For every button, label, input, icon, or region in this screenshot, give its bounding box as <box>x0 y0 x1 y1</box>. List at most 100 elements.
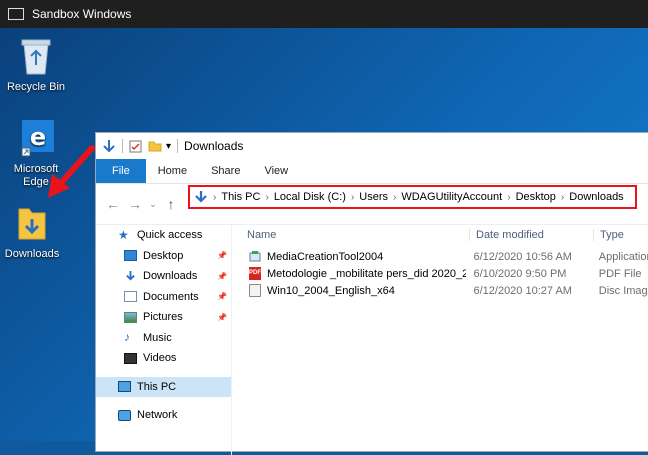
breadcrumb-local-disk[interactable]: Local Disk (C:) <box>274 191 346 203</box>
nav-network[interactable]: Network <box>96 405 231 426</box>
address-bar[interactable]: › This PC › Local Disk (C:) › Users › WD… <box>188 185 637 209</box>
file-explorer-window[interactable]: ▾ Downloads File Home Share View ← → ⌄ ↑… <box>95 132 648 455</box>
disc-image-icon <box>249 284 261 297</box>
documents-icon <box>124 291 137 303</box>
forward-arrow-icon[interactable]: → <box>124 196 146 212</box>
red-pointer-arrow-icon <box>48 145 95 198</box>
downloads-folder-icon <box>18 208 46 240</box>
breadcrumb-this-pc[interactable]: This PC <box>221 191 260 203</box>
network-icon <box>118 409 131 421</box>
desktop-icon <box>124 250 137 262</box>
breadcrumb-chevron-icon[interactable]: › <box>393 192 396 203</box>
file-date: 6/10/2020 9:50 PM <box>473 267 567 280</box>
navigation-pane: ★ Quick access Desktop 📌 Downloads 📌 Doc… <box>96 225 231 455</box>
file-name-cell: PDF Metodologie _mobilitate pers_did 202… <box>241 267 466 280</box>
nav-pictures-label: Pictures <box>143 311 183 324</box>
file-row[interactable]: Win10_2004_English_x64 6/12/2020 10:27 A… <box>241 282 648 299</box>
window-title: Downloads <box>184 139 244 153</box>
ribbon-tabs: File Home Share View <box>96 159 648 184</box>
file-name-cell: Win10_2004_English_x64 <box>241 284 466 297</box>
file-name: MediaCreationTool2004 <box>267 250 384 263</box>
nav-quick-access-label: Quick access <box>137 229 203 242</box>
recent-locations-chevron-icon[interactable]: ⌄ <box>146 199 160 210</box>
pictures-icon <box>124 311 137 323</box>
properties-icon[interactable] <box>129 140 142 153</box>
breadcrumb-chevron-icon[interactable]: › <box>507 192 510 203</box>
toolbar-separator <box>122 139 123 153</box>
music-note-icon: ♪ <box>124 330 130 345</box>
column-name[interactable]: Name <box>241 229 469 241</box>
nav-this-pc-label: This PC <box>137 380 177 393</box>
pin-icon[interactable]: 📌 <box>217 251 227 260</box>
column-type[interactable]: Type <box>593 229 648 241</box>
breadcrumb-chevron-icon[interactable]: › <box>213 192 216 203</box>
nav-desktop[interactable]: Desktop 📌 <box>96 246 231 267</box>
file-row[interactable]: MediaCreationTool2004 6/12/2020 10:56 AM… <box>241 248 648 265</box>
column-headers: Name Date modified Type <box>241 225 648 246</box>
tab-share[interactable]: Share <box>199 159 252 183</box>
nav-this-pc[interactable]: This PC <box>96 376 231 397</box>
file-type: Disc Image <box>598 284 648 297</box>
sandbox-titlebar[interactable]: Sandbox Windows <box>0 0 648 28</box>
pin-icon[interactable]: 📌 <box>217 313 227 322</box>
toolbar-separator <box>177 139 179 153</box>
nav-downloads-label: Downloads <box>143 270 198 283</box>
customize-toolbar-icon[interactable]: ▾ <box>166 141 171 152</box>
tab-view[interactable]: View <box>252 159 300 183</box>
nav-music-label: Music <box>143 331 172 344</box>
file-name: Metodologie _mobilitate pers_did 2020_2.… <box>267 267 467 280</box>
videos-icon <box>124 352 137 364</box>
new-folder-icon[interactable] <box>148 140 162 152</box>
down-arrow-icon[interactable] <box>102 139 116 153</box>
tab-file[interactable]: File <box>96 159 146 183</box>
file-type: Application <box>598 250 648 263</box>
quick-access-toolbar: ▾ Downloads <box>96 133 648 159</box>
nav-downloads[interactable]: Downloads 📌 <box>96 266 231 287</box>
file-type: PDF File <box>598 267 642 280</box>
breadcrumb-wdag-account[interactable]: WDAGUtilityAccount <box>401 191 502 203</box>
file-date: 6/12/2020 10:56 AM <box>473 250 572 263</box>
sandbox-title: Sandbox Windows <box>32 7 132 21</box>
file-name-cell: MediaCreationTool2004 <box>241 250 466 263</box>
file-date: 6/12/2020 10:27 AM <box>473 284 572 297</box>
file-name: Win10_2004_English_x64 <box>267 284 395 297</box>
sandbox-window-icon <box>8 8 24 20</box>
downloads-location-icon <box>195 191 207 203</box>
downloads-label: Downloads <box>4 248 60 260</box>
breadcrumb-users[interactable]: Users <box>359 191 388 203</box>
nav-network-label: Network <box>137 409 178 422</box>
nav-music[interactable]: ♪ Music <box>96 328 231 349</box>
pin-icon[interactable]: 📌 <box>217 272 227 281</box>
desktop-icon-downloads[interactable]: Downloads <box>0 205 68 261</box>
pin-icon[interactable]: 📌 <box>217 292 227 301</box>
nav-quick-access[interactable]: ★ Quick access <box>96 225 231 246</box>
breadcrumb-desktop[interactable]: Desktop <box>516 191 556 203</box>
up-arrow-icon[interactable]: ↑ <box>160 196 182 212</box>
breadcrumb-chevron-icon[interactable]: › <box>265 192 268 203</box>
breadcrumb-downloads[interactable]: Downloads <box>569 191 623 203</box>
recycle-bin-icon <box>21 39 51 75</box>
nav-documents[interactable]: Documents 📌 <box>96 287 231 308</box>
breadcrumb-chevron-icon[interactable]: › <box>561 192 564 203</box>
pdf-file-icon: PDF <box>249 267 261 280</box>
application-icon <box>249 251 261 262</box>
file-row[interactable]: PDF Metodologie _mobilitate pers_did 202… <box>241 265 648 282</box>
back-arrow-icon[interactable]: ← <box>102 196 124 212</box>
recycle-bin-label: Recycle Bin <box>6 81 66 93</box>
tab-home[interactable]: Home <box>146 159 199 183</box>
nav-videos[interactable]: Videos <box>96 348 231 369</box>
nav-videos-label: Videos <box>143 352 177 365</box>
file-list: Name Date modified Type MediaCreationToo… <box>241 225 648 299</box>
desktop-icon-recycle-bin[interactable]: Recycle Bin <box>0 36 72 94</box>
nav-documents-label: Documents <box>143 290 199 303</box>
nav-desktop-label: Desktop <box>143 249 184 262</box>
column-date-modified[interactable]: Date modified <box>469 229 593 241</box>
pane-divider[interactable] <box>231 225 232 455</box>
star-icon: ★ <box>118 227 129 242</box>
computer-icon <box>118 381 131 393</box>
breadcrumb-chevron-icon[interactable]: › <box>351 192 354 203</box>
download-arrow-icon <box>126 270 135 281</box>
nav-pictures[interactable]: Pictures 📌 <box>96 307 231 328</box>
